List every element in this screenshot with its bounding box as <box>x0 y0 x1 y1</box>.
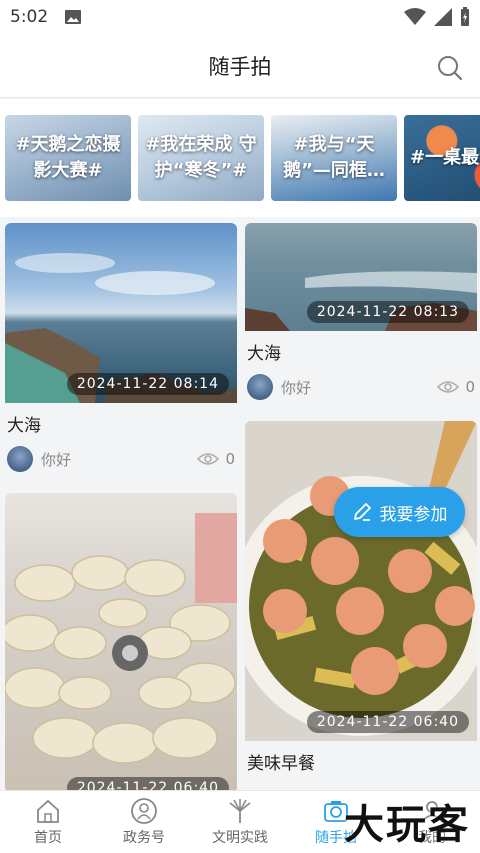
status-bar: 5:02 <box>0 0 480 34</box>
wifi-icon <box>404 8 426 25</box>
civilization-icon <box>229 799 251 823</box>
post-card[interactable]: 2024-11-22 08:13 大海 你好 0 <box>245 223 477 406</box>
dumplings-photo <box>5 513 237 764</box>
topics-strip: #天鹅之恋摄影大赛# #我在荣成 守护“寒冬”# #我与“天鹅”—同框… #一桌… <box>0 99 480 217</box>
status-icons <box>404 7 470 27</box>
post-caption: 大海 <box>245 331 477 368</box>
view-count-value: 0 <box>225 450 235 468</box>
tab-label: 首页 <box>34 830 62 846</box>
topic-label: #我在荣成 守护“寒冬”# <box>145 134 257 181</box>
post-card[interactable]: 2024-11-22 08:14 大海 你好 0 <box>5 223 237 478</box>
signal-icon <box>434 8 452 26</box>
post-meta: 你好 0 <box>245 368 477 406</box>
topic-card[interactable]: #我在荣成 守护“寒冬”# <box>138 115 264 201</box>
view-count: 0 <box>437 378 475 396</box>
breakfast-photo <box>245 421 477 736</box>
post-image: 2024-11-22 06:40 <box>5 493 237 790</box>
view-count: 0 <box>197 450 235 468</box>
tab-label: 政务号 <box>123 830 165 846</box>
tab-government[interactable]: 政务号 <box>96 791 192 853</box>
join-button[interactable]: 我要参加 <box>334 487 465 537</box>
post-card[interactable]: 2024-11-22 06:40 美味早餐 <box>245 421 477 778</box>
search-icon[interactable] <box>436 54 464 82</box>
topic-card[interactable]: #我与“天鹅”—同框… <box>271 115 397 201</box>
post-card[interactable]: 2024-11-22 06:40 <box>5 493 237 790</box>
topic-card[interactable]: #天鹅之恋摄影大赛# <box>5 115 131 201</box>
topic-card[interactable]: #一桌最满 <box>404 115 480 201</box>
author-name: 你好 <box>281 378 312 397</box>
topic-label: #我与“天鹅”—同框… <box>283 134 385 181</box>
topic-label: #一桌最满 <box>410 147 480 168</box>
avatar <box>247 374 273 400</box>
post-image: 2024-11-22 08:13 <box>245 223 477 331</box>
pencil-icon <box>353 503 371 521</box>
post-meta: 你好 0 <box>5 440 237 478</box>
tab-civilization[interactable]: 文明实践 <box>192 791 288 853</box>
post-date: 2024-11-22 08:14 <box>66 373 229 395</box>
status-time: 5:02 <box>10 7 49 27</box>
eye-icon <box>197 453 220 465</box>
home-icon <box>37 799 59 823</box>
tab-label: 文明实践 <box>212 830 268 846</box>
government-icon <box>131 798 157 824</box>
post-date: 2024-11-22 06:40 <box>66 777 229 790</box>
tab-home[interactable]: 首页 <box>0 791 96 853</box>
join-button-label: 我要参加 <box>379 504 448 525</box>
eye-icon <box>437 381 460 393</box>
author-name: 你好 <box>41 450 72 469</box>
topic-label: #天鹅之恋摄影大赛# <box>15 134 121 181</box>
view-count-value: 0 <box>465 378 475 396</box>
post-date: 2024-11-22 06:40 <box>306 711 469 733</box>
watermark: 大玩客 <box>344 802 470 848</box>
post-image: 2024-11-22 06:40 <box>245 421 477 741</box>
post-caption: 美味早餐 <box>245 741 477 778</box>
post-caption: 大海 <box>5 403 237 440</box>
page-title: 随手拍 <box>208 54 272 79</box>
avatar <box>7 446 33 472</box>
battery-icon <box>461 7 469 26</box>
app-header: 随手拍 <box>0 34 480 98</box>
post-image: 2024-11-22 08:14 <box>5 223 237 403</box>
image-notification-icon <box>65 10 82 24</box>
post-date: 2024-11-22 08:13 <box>306 301 469 323</box>
